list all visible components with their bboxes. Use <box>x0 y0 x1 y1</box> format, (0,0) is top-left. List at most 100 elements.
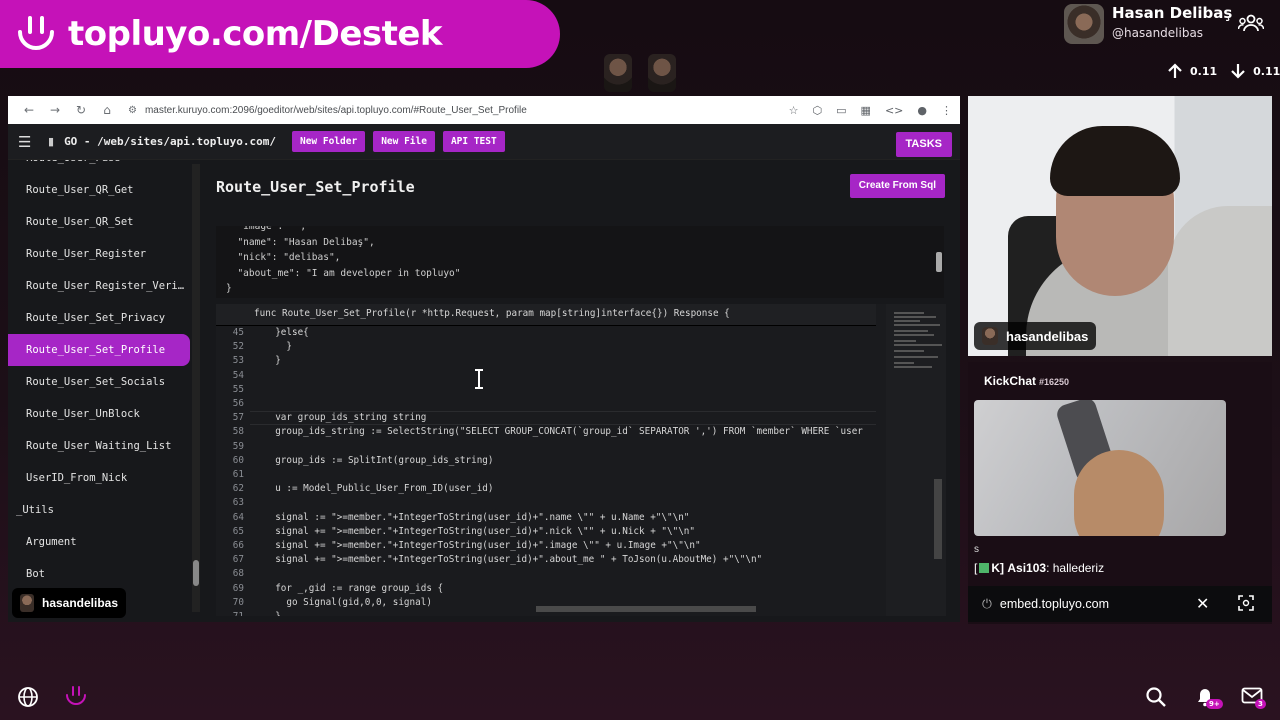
json-scrollbar[interactable] <box>934 226 944 298</box>
reload-icon[interactable]: ↻ <box>68 103 94 117</box>
code-line[interactable]: 52 } <box>216 340 876 354</box>
code-line[interactable]: 66 signal += ">=member."+IntegerToString… <box>216 539 876 553</box>
avatar[interactable] <box>648 54 676 92</box>
close-icon[interactable]: ✕ <box>1196 594 1209 614</box>
minimap[interactable] <box>886 304 946 616</box>
json-preview[interactable]: "image": "", "name": "Hasan Delibaş", "n… <box>216 226 944 298</box>
code-text: var group_ids_string string <box>264 412 427 424</box>
vertical-scrollbar[interactable] <box>934 479 942 559</box>
bell-icon[interactable]: 9+ <box>1194 685 1223 711</box>
code-line[interactable]: 56 <box>216 397 876 411</box>
extensions-icon[interactable]: ⬡ <box>813 104 823 117</box>
apps-icon[interactable]: ▦ <box>861 104 871 117</box>
tasks-button[interactable]: TASKS <box>895 132 952 157</box>
user-tag: hasandelibas <box>12 588 127 618</box>
people-icon[interactable] <box>1237 14 1265 36</box>
globe-icon[interactable] <box>17 686 39 712</box>
code-line[interactable]: 69 for _,gid := range group_ids { <box>216 582 876 596</box>
fullscreen-icon[interactable] <box>1238 594 1254 614</box>
horizontal-scrollbar[interactable] <box>536 606 756 612</box>
line-number: 58 <box>232 426 244 438</box>
code-line[interactable]: 65 signal += ">=member."+IntegerToString… <box>216 525 876 539</box>
banner-title: topluyo.com/Destek <box>68 14 443 54</box>
chat-media-image[interactable] <box>974 400 1226 536</box>
search-icon[interactable] <box>1145 686 1167 712</box>
code-line[interactable]: 58 group_ids_string := SelectString("SEL… <box>216 425 876 439</box>
code-line[interactable]: 45 }else{ <box>216 326 876 340</box>
home-icon[interactable]: ⌂ <box>94 103 120 117</box>
sidebar-scrollbar[interactable] <box>192 164 200 612</box>
sidebar-item[interactable]: Bot <box>8 558 190 590</box>
star-icon[interactable]: ☆ <box>789 104 799 117</box>
code-line[interactable]: 62 u := Model_Public_User_From_ID(user_i… <box>216 482 876 496</box>
sidebar-item[interactable]: Route_User_Set_Privacy <box>8 302 190 334</box>
more-menu-icon[interactable]: ⋮ <box>941 104 952 117</box>
line-number: 57 <box>232 412 244 424</box>
devtools-icon[interactable]: <> <box>885 104 903 117</box>
json-line: "about_me": "I am developer in topluyo" <box>226 267 461 279</box>
code-line[interactable]: 55 <box>216 383 876 397</box>
webcam-username: hasandelibas <box>1006 328 1089 344</box>
sidebar-item[interactable]: Route_User_Register <box>8 238 190 270</box>
line-number: 67 <box>232 554 244 566</box>
sidebar-item[interactable]: Argument <box>8 526 190 558</box>
code-text: }else{ <box>264 327 309 338</box>
sticky-func-signature: func Route_User_Set_Profile(r *http.Requ… <box>254 308 730 319</box>
editor-main: Route_User_Set_Profile Create From Sql "… <box>208 160 960 622</box>
line-number: 45 <box>232 327 244 338</box>
new-file-button[interactable]: New File <box>373 130 435 153</box>
download-speed: 0.11 <box>1253 64 1280 78</box>
code-line[interactable]: 54 <box>216 369 876 383</box>
code-line[interactable]: 57 var group_ids_string string <box>216 411 876 426</box>
sidebar-item[interactable]: Route_User_Register_Veri… <box>8 270 190 302</box>
page-title: Route_User_Set_Profile <box>216 178 415 196</box>
sidebar-item[interactable]: Route_User_QR_Set <box>8 206 190 238</box>
new-folder-button[interactable]: New Folder <box>291 130 366 153</box>
avatar[interactable] <box>604 54 632 92</box>
avatar <box>20 594 34 612</box>
sidebar-item-active[interactable]: Route_User_Set_Profile <box>8 334 190 366</box>
editor-toolbar: ☰ ▮ GO - /web/sites/api.topluyo.com/ New… <box>8 124 960 160</box>
code-text: u := Model_Public_User_From_ID(user_id) <box>264 483 494 495</box>
code-line[interactable]: 67 signal += ">=member."+IntegerToString… <box>216 553 876 567</box>
code-line[interactable]: 61 <box>216 468 876 482</box>
site-info-icon[interactable]: ⚙ <box>128 105 137 116</box>
sidebar-item[interactable]: Route_User_UnBlock <box>8 398 190 430</box>
chat-username[interactable]: Asi103 <box>1007 561 1046 575</box>
code-text: signal += ">=member."+IntegerToString(us… <box>264 554 763 566</box>
sidebar-item[interactable]: UserID_From_Nick <box>8 462 190 494</box>
sidebar-item[interactable]: Route_User_Set_Socials <box>8 366 190 398</box>
code-line[interactable]: 59 <box>216 440 876 454</box>
create-from-sql-button[interactable]: Create From Sql <box>849 174 945 198</box>
code-line[interactable]: 60 group_ids := SplitInt(group_ids_strin… <box>216 454 876 468</box>
power-icon[interactable]: ⏻ <box>982 597 992 612</box>
embed-url[interactable]: embed.topluyo.com <box>1000 597 1109 611</box>
cast-icon[interactable]: ▭ <box>836 104 846 117</box>
hamburger-menu-icon[interactable]: ☰ <box>18 133 48 151</box>
sidebar-item[interactable]: Route_User_Waiting_List <box>8 430 190 462</box>
topluyo-logo-icon[interactable] <box>64 684 88 712</box>
code-editor[interactable]: func Route_User_Set_Profile(r *http.Requ… <box>216 304 946 616</box>
sidebar-folder[interactable]: _Utils <box>8 494 190 526</box>
code-line[interactable]: 68 <box>216 567 876 581</box>
sidebar-item[interactable]: Route_User_Pass <box>8 160 190 174</box>
code-line[interactable]: 63 <box>216 496 876 510</box>
sidebar-item[interactable]: Route_User_QR_Get <box>8 174 190 206</box>
line-number: 70 <box>232 596 244 608</box>
api-test-button[interactable]: API TEST <box>442 130 505 153</box>
network-speeds: 0.11 0.11 <box>1166 62 1280 80</box>
forward-icon[interactable]: → <box>42 103 68 117</box>
browser-toolbar: ← → ↻ ⌂ ⚙ master.kuruyo.com:2096/goedito… <box>8 96 960 124</box>
code-line[interactable]: 53 } <box>216 354 876 368</box>
streamer-profile[interactable]: Hasan Delibaş @hasandelibas <box>1064 4 1232 44</box>
json-line: "nick": "delibas", <box>226 252 341 263</box>
json-line: "image": "", <box>226 226 307 232</box>
mail-icon[interactable]: 3 <box>1241 687 1266 709</box>
code-line[interactable]: 64 signal := ">=member."+IntegerToString… <box>216 511 876 525</box>
back-icon[interactable]: ← <box>16 103 42 117</box>
arrow-up-icon <box>1168 63 1182 78</box>
code-text: signal := ">=member."+IntegerToString(us… <box>264 511 690 523</box>
chat-badge-icon <box>979 563 990 573</box>
address-bar[interactable]: ⚙ master.kuruyo.com:2096/goeditor/web/si… <box>128 99 781 121</box>
profile-icon[interactable]: ● <box>917 104 927 117</box>
